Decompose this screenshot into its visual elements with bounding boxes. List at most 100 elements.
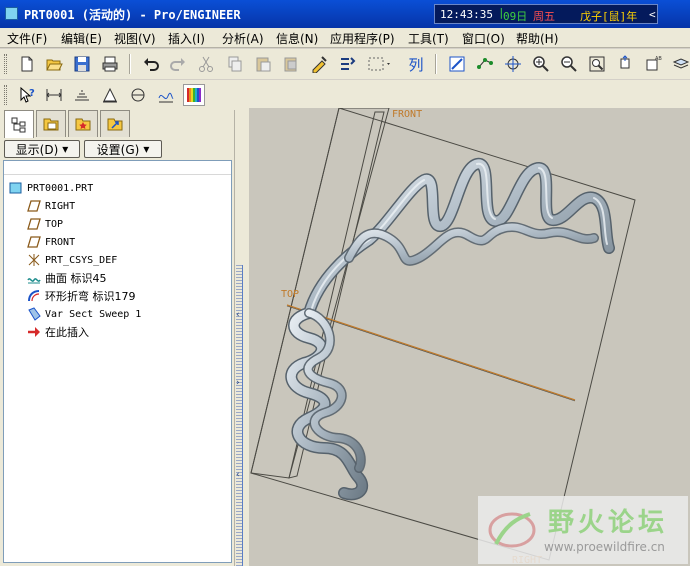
- tree-item-csys[interactable]: PRT_CSYS_DEF: [26, 251, 117, 269]
- datum-plane-icon: [26, 199, 42, 213]
- secondary-toolbar: ?: [0, 80, 690, 110]
- reorient-icon[interactable]: [614, 53, 636, 75]
- collapse-left-icon[interactable]: ‹: [236, 310, 242, 320]
- copy-icon[interactable]: [224, 53, 246, 75]
- toolbar-grip[interactable]: [4, 54, 7, 74]
- save-icon[interactable]: [71, 53, 93, 75]
- tree-item-front[interactable]: FRONT: [26, 233, 75, 251]
- tree-item-part[interactable]: PRT0001.PRT: [8, 179, 93, 197]
- tree-item-label: TOP: [45, 218, 64, 230]
- clock-time: 12:43:35: [440, 8, 493, 21]
- mass-properties-icon[interactable]: [99, 84, 121, 106]
- panel-splitter[interactable]: ‹ › ‹: [234, 110, 249, 566]
- tree-item-label: 环形折弯 标识179: [45, 290, 136, 303]
- zoom-in-icon[interactable]: [530, 53, 552, 75]
- tab-favorites[interactable]: [68, 110, 98, 137]
- toolbar-grip[interactable]: [4, 85, 7, 105]
- curvature-icon[interactable]: [127, 84, 149, 106]
- regenerate-icon[interactable]: [308, 53, 330, 75]
- tree-item-surface[interactable]: 曲面 标识45: [26, 269, 107, 287]
- tree-item-label: Var Sect Sweep 1: [45, 308, 142, 320]
- menu-analysis[interactable]: 分析(A): [222, 30, 264, 47]
- tree-item-label: RIGHT: [45, 200, 76, 212]
- new-icon[interactable]: [16, 53, 38, 75]
- chevron-down-icon: ▾: [143, 142, 150, 156]
- saved-views-icon[interactable]: AB: [642, 53, 664, 75]
- measure-area-icon[interactable]: [71, 84, 93, 106]
- watermark-logo-icon: [488, 512, 536, 548]
- refit-icon[interactable]: [586, 53, 608, 75]
- main-toolbar: 列 AB: [0, 49, 690, 79]
- helical-spring[interactable]: [285, 158, 615, 501]
- menu-insert[interactable]: 插入(I): [168, 30, 205, 47]
- tree-item-sweep[interactable]: Var Sect Sweep 1: [26, 305, 141, 323]
- measure-distance-icon[interactable]: [43, 84, 65, 106]
- menu-file[interactable]: 文件(F): [7, 30, 47, 47]
- tree-item-label: PRT_CSYS_DEF: [45, 254, 118, 266]
- menu-help[interactable]: 帮助(H): [516, 30, 558, 47]
- selection-filter-dropdown[interactable]: [365, 53, 395, 75]
- cut-icon[interactable]: [195, 53, 217, 75]
- svg-text:?: ?: [29, 88, 35, 99]
- title-bar: PRT0001 (活动的) - Pro/ENGINEER 12:43:35 | …: [0, 0, 690, 28]
- clock-date: 09日: [503, 10, 528, 23]
- show-dropdown-label: 显示(D): [15, 142, 59, 157]
- datum-label-front: FRONT: [392, 109, 423, 120]
- tree-item-label: PRT0001.PRT: [27, 182, 94, 194]
- model-tree: PRT0001.PRT RIGHT TOP FRONT PRT_CSYS_DEF…: [3, 160, 232, 563]
- datum-plane-icon: [26, 217, 42, 231]
- paste-icon[interactable]: [252, 53, 274, 75]
- sweep-icon: [26, 307, 42, 321]
- list-button[interactable]: 列: [405, 53, 427, 75]
- tree-item-toroidal-bend[interactable]: 环形折弯 标识179: [26, 287, 136, 305]
- toroidal-bend-icon: [26, 289, 42, 303]
- undo-icon[interactable]: [140, 53, 162, 75]
- context-help-icon[interactable]: ?: [16, 84, 38, 106]
- zoom-out-icon[interactable]: [558, 53, 580, 75]
- clock-lunar-year: 戊子[鼠]年: [580, 10, 638, 23]
- tree-item-top[interactable]: TOP: [26, 215, 63, 233]
- print-icon[interactable]: [99, 53, 121, 75]
- menu-applications[interactable]: 应用程序(P): [330, 30, 395, 47]
- tree-item-label: 在此插入: [45, 326, 89, 339]
- show-dropdown-button[interactable]: 显示(D) ▾: [4, 140, 80, 158]
- collapse-left-icon[interactable]: ‹: [236, 470, 242, 480]
- expand-right-icon[interactable]: ›: [236, 378, 242, 388]
- part-icon: [8, 181, 24, 195]
- redo-icon[interactable]: [167, 53, 189, 75]
- toolbar-separator: [129, 54, 131, 74]
- list-label: 列: [408, 55, 424, 74]
- settings-dropdown-label: 设置(G): [96, 142, 140, 157]
- insert-here-arrow-icon: [26, 325, 42, 339]
- sketch-icon[interactable]: [446, 53, 468, 75]
- watermark-url: www.proewildfire.cn: [544, 540, 665, 554]
- menu-view[interactable]: 视图(V): [114, 30, 156, 47]
- watermark: 野火论坛 www.proewildfire.cn: [478, 496, 688, 564]
- csys-icon: [26, 253, 42, 267]
- menu-edit[interactable]: 编辑(E): [61, 30, 102, 47]
- menu-info[interactable]: 信息(N): [276, 30, 318, 47]
- color-analysis-icon[interactable]: [183, 84, 205, 106]
- datum-point-icon[interactable]: [474, 53, 496, 75]
- tree-item-right[interactable]: RIGHT: [26, 197, 75, 215]
- tree-item-insert-here[interactable]: 在此插入: [26, 323, 89, 341]
- svg-text:AB: AB: [655, 56, 662, 62]
- tab-folder-browser[interactable]: [36, 110, 66, 137]
- paste-special-icon[interactable]: [280, 53, 302, 75]
- clock-weekday: 周五: [533, 10, 555, 23]
- spin-center-icon[interactable]: [502, 53, 524, 75]
- layers-icon[interactable]: [670, 53, 690, 75]
- open-icon[interactable]: [43, 53, 65, 75]
- tab-connections[interactable]: [100, 110, 130, 137]
- datum-plane-icon: [26, 235, 42, 249]
- toolbar-separator: [435, 54, 437, 74]
- proe-window: PRT0001 (活动的) - Pro/ENGINEER 12:43:35 | …: [0, 0, 690, 566]
- menu-tools[interactable]: 工具(T): [408, 30, 449, 47]
- graph-analysis-icon[interactable]: [155, 84, 177, 106]
- regenerate-manager-icon[interactable]: [336, 53, 358, 75]
- tab-model-tree[interactable]: [4, 110, 34, 138]
- menu-window[interactable]: 窗口(O): [462, 30, 505, 47]
- settings-dropdown-button[interactable]: 设置(G) ▾: [84, 140, 162, 158]
- clock-collapse-arrow[interactable]: <: [649, 8, 656, 21]
- chevron-down-icon: ▾: [62, 142, 69, 156]
